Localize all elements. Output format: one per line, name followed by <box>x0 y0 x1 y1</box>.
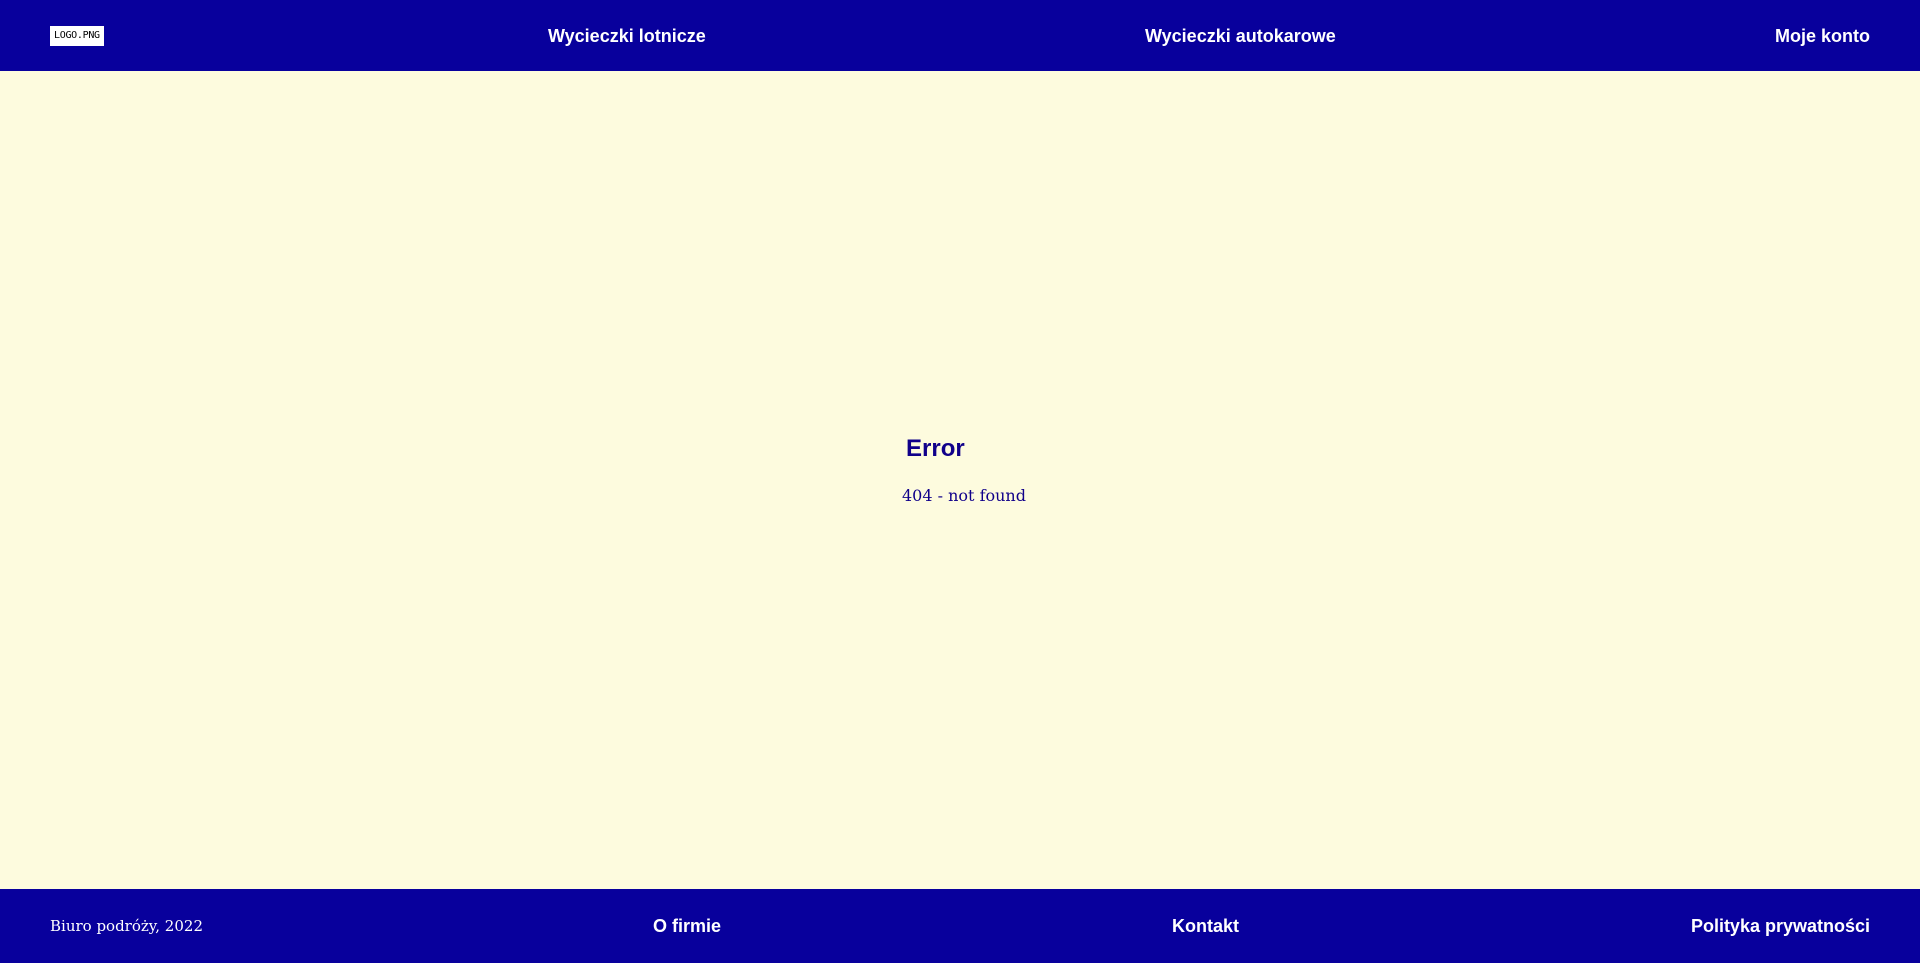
footer-link-contact[interactable]: Kontakt <box>1172 914 1239 938</box>
logo[interactable]: LOGO.PNG <box>50 26 104 46</box>
copyright-text: Biuro podróży, 2022 <box>50 917 203 935</box>
nav-link-air-trips[interactable]: Wycieczki lotnicze <box>548 24 706 48</box>
footer-link-privacy-policy[interactable]: Polityka prywatności <box>1691 914 1870 938</box>
nav-link-bus-trips[interactable]: Wycieczki autokarowe <box>1145 24 1336 48</box>
footer-link-about[interactable]: O firmie <box>653 914 721 938</box>
site-header: LOGO.PNG Wycieczki lotnicze Wycieczki au… <box>0 0 1920 71</box>
nav-link-my-account[interactable]: Moje konto <box>1775 24 1870 48</box>
error-title: Error <box>906 435 965 462</box>
main-content: Error 404 - not found <box>0 71 1920 889</box>
error-message: 404 - not found <box>902 486 1026 505</box>
site-footer: Biuro podróży, 2022 O firmie Kontakt Pol… <box>0 889 1920 963</box>
